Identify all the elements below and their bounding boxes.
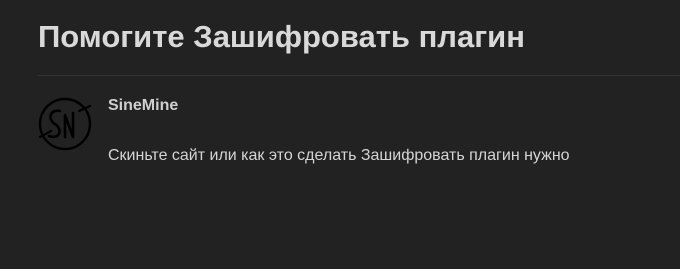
title-divider	[38, 75, 680, 76]
avatar[interactable]	[38, 97, 92, 151]
post-author-name[interactable]: SineMine	[108, 97, 178, 115]
page-title: Помогите Зашифровать плагин	[38, 19, 525, 54]
post-body-text: Скиньте сайт или как это сделать Зашифро…	[108, 147, 570, 164]
forum-thread-page: Помогите Зашифровать плагин SineMine Ски…	[0, 0, 680, 269]
